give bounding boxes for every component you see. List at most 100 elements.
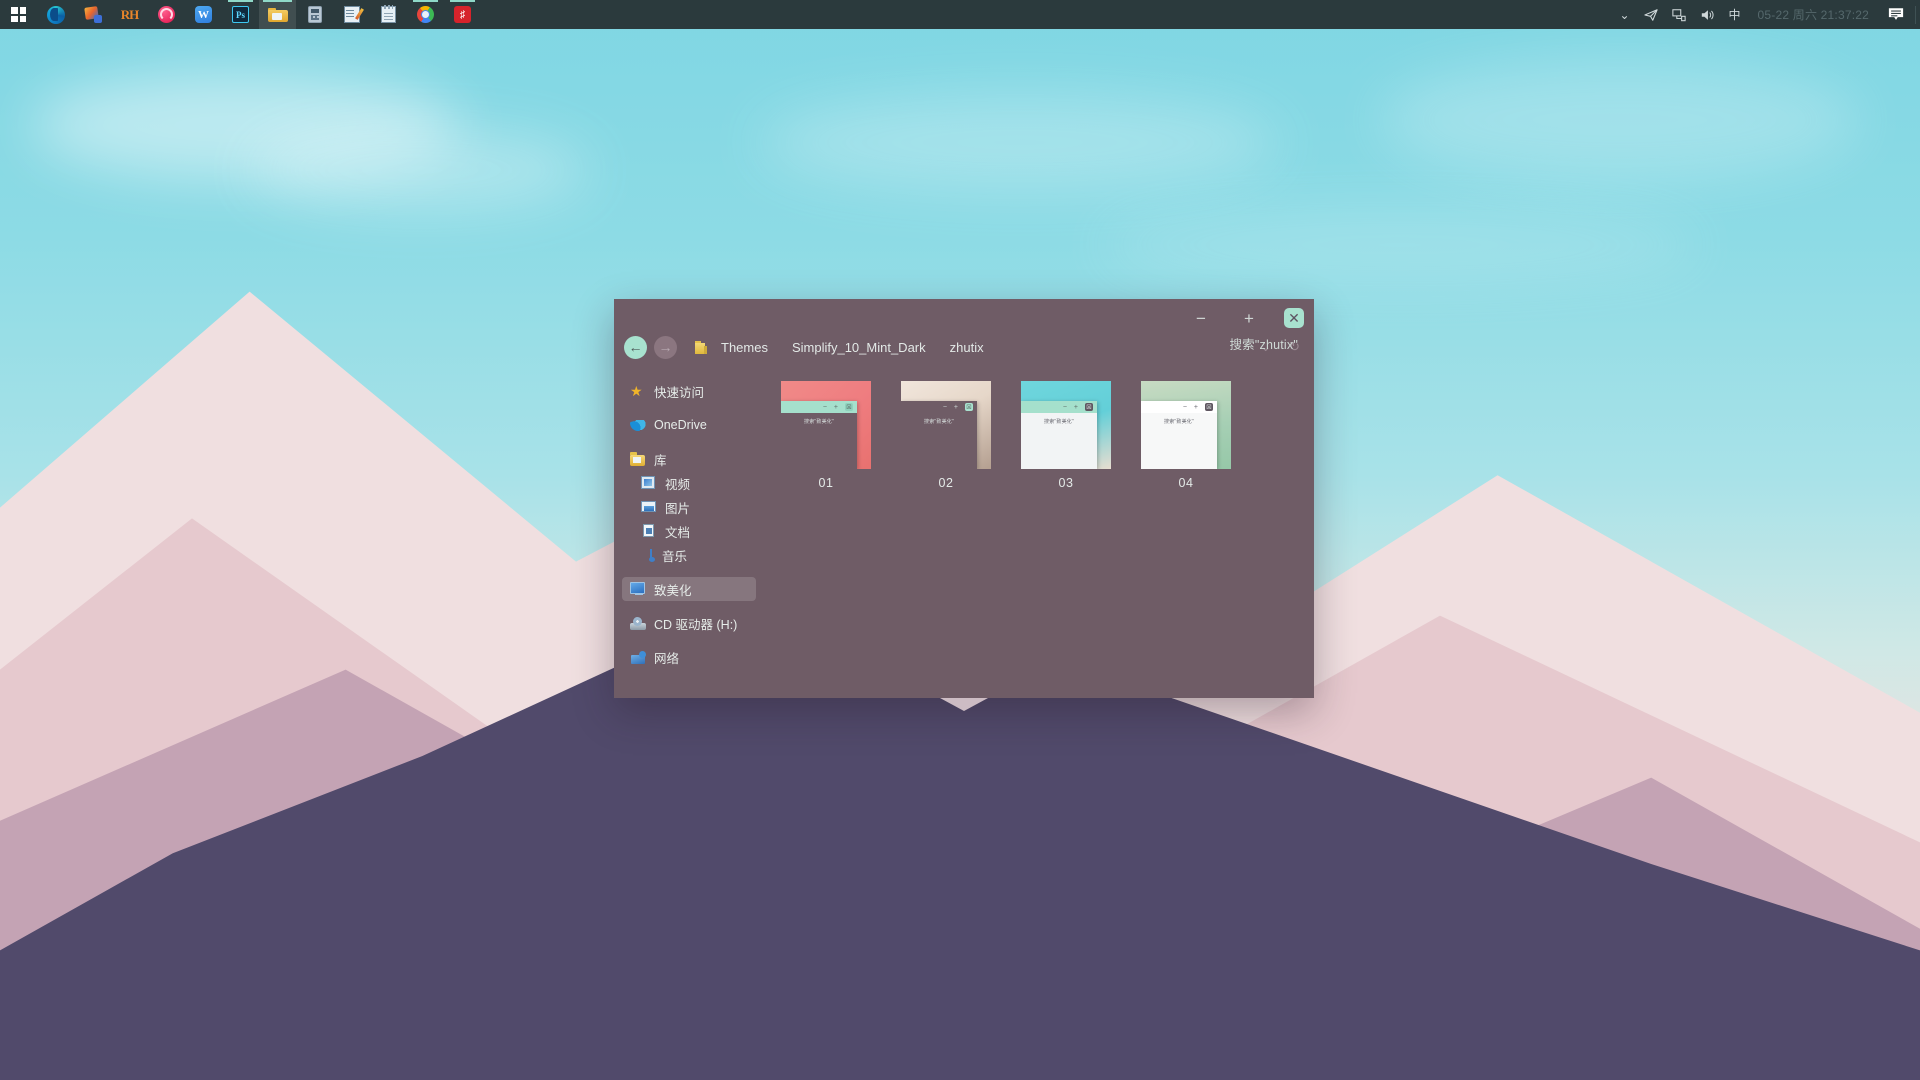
sidebar-item-label: OneDrive (654, 418, 707, 432)
thumbnail-mini-window: − + ☒ 搜索"致美化" (1021, 401, 1097, 469)
sidebar-item-zhimeihua[interactable]: 致美化 (622, 577, 756, 601)
close-button[interactable]: ✕ (1284, 308, 1304, 328)
network-icon (1671, 8, 1686, 21)
address-folder-icon (695, 340, 708, 354)
tray-expand-button[interactable]: ⌄ (1612, 0, 1636, 29)
mini-close-icon: ☒ (965, 403, 973, 411)
list-item[interactable]: − + ☒ 搜索"致美化" 01 (771, 381, 881, 490)
cloud-decoration (1100, 210, 1700, 280)
tray-notifications-button[interactable] (1879, 0, 1913, 29)
list-item-label: 04 (1178, 476, 1194, 490)
mini-search-text: 搜索"致美化" (1044, 419, 1074, 425)
thumbnail-preview: − + ☒ 搜索"致美化" (1141, 381, 1231, 469)
sidebar-item-library[interactable]: 库 (622, 447, 756, 471)
navigation-bar: ← → Themes Simplify_10_Mint_Dark zhutix … (614, 325, 1314, 369)
star-icon: ★ (630, 383, 643, 399)
taskbar-item-calculator[interactable] (296, 0, 333, 29)
tray-telegram-icon[interactable] (1637, 0, 1665, 29)
list-item-label: 03 (1058, 476, 1074, 490)
list-item[interactable]: − + ☒ 搜索"致美化" 02 (891, 381, 1001, 490)
cloud-decoration (250, 130, 590, 210)
mini-search-text: 搜索"致美化" (804, 419, 834, 425)
mini-maximize-icon: + (1193, 403, 1198, 411)
sidebar-item-label: 致美化 (654, 583, 692, 598)
taskbar-item-edge[interactable] (37, 0, 74, 29)
sidebar-item-label: 音乐 (662, 549, 688, 564)
mini-close-icon: ☒ (845, 403, 853, 411)
taskbar-item-notepad[interactable] (370, 0, 407, 29)
sidebar-item-cd-drive[interactable]: CD 驱动器 (H:) (622, 611, 756, 635)
paper-plane-icon (1643, 8, 1658, 21)
sidebar-item-quick-access[interactable]: ★ 快速访问 (622, 379, 756, 403)
netease-icon: ♯ (454, 6, 471, 23)
taskbar-item-photoshop[interactable]: Ps (222, 0, 259, 29)
sidebar-item-music[interactable]: 音乐 (622, 543, 756, 567)
chevron-down-icon: ⌄ (1619, 7, 1630, 22)
document-icon (641, 524, 657, 538)
taskbar-item-chrome[interactable] (407, 0, 444, 29)
onedrive-icon (630, 418, 646, 432)
sidebar-item-label: 库 (654, 453, 667, 468)
tray-volume-icon[interactable] (1693, 0, 1722, 29)
taskbar-item-wps[interactable]: W (185, 0, 222, 29)
desktop: RH W Ps ♯ ⌄ 中 05-22 周六 21:37:22 − + ✕ ← … (0, 0, 1920, 1080)
mini-title-bar: − + ☒ (1021, 401, 1097, 413)
sidebar-item-documents[interactable]: 文档 (622, 519, 756, 543)
breadcrumb-item-2[interactable]: zhutix (950, 340, 984, 355)
mini-close-icon: ☒ (1205, 403, 1213, 411)
sidebar-item-label: CD 驱动器 (H:) (654, 617, 738, 632)
tray-ime-indicator[interactable]: 中 (1722, 0, 1748, 29)
breadcrumb-item-0[interactable]: Themes (721, 340, 768, 355)
windows-logo-icon (11, 7, 26, 22)
forward-button[interactable]: → (654, 335, 677, 359)
cd-drive-icon (630, 616, 646, 630)
file-list: − + ☒ 搜索"致美化" 01 − + ☒ 搜索"致美化" 02 − + ☒ … (762, 369, 1314, 698)
sidebar-item-label: 网络 (654, 651, 680, 666)
sidebar-item-pictures[interactable]: 图片 (622, 495, 756, 519)
list-item[interactable]: − + ☒ 搜索"致美化" 04 (1131, 381, 1241, 490)
tray-show-desktop[interactable] (1915, 5, 1916, 24)
list-item[interactable]: − + ☒ 搜索"致美化" 03 (1011, 381, 1121, 490)
folder-icon (267, 7, 288, 23)
thumbnail-preview: − + ☒ 搜索"致美化" (1021, 381, 1111, 469)
taskbar-item-wordpad[interactable] (333, 0, 370, 29)
sidebar-item-network[interactable]: 网络 (622, 645, 756, 669)
minimize-button[interactable]: − (1188, 307, 1214, 329)
back-button[interactable]: ← (624, 335, 647, 359)
sidebar-item-onedrive[interactable]: OneDrive (622, 413, 756, 437)
system-tray: ⌄ 中 05-22 周六 21:37:22 (1612, 0, 1920, 29)
tray-clock[interactable]: 05-22 周六 21:37:22 (1748, 6, 1879, 23)
mini-minimize-icon: − (1062, 403, 1067, 411)
window-controls: − + ✕ (1188, 307, 1304, 329)
paint-icon (83, 6, 102, 23)
search-input[interactable]: 搜索"zhutix" (1229, 334, 1298, 353)
mini-title-bar: − + ☒ (1141, 401, 1217, 413)
tray-network-icon[interactable] (1665, 0, 1693, 29)
notepad-pen-icon (343, 6, 364, 23)
maximize-button[interactable]: + (1236, 307, 1262, 329)
taskbar-item-paint[interactable] (74, 0, 111, 29)
mini-maximize-icon: + (953, 403, 958, 411)
mini-search-text: 搜索"致美化" (924, 419, 954, 425)
pink-circle-icon (158, 6, 175, 23)
mini-maximize-icon: + (833, 403, 838, 411)
mini-title-bar: − + ☒ (901, 401, 977, 413)
breadcrumb: Themes Simplify_10_Mint_Dark zhutix (721, 340, 984, 355)
taskbar-item-file-explorer[interactable] (259, 0, 296, 29)
mini-search-text: 搜索"致美化" (1164, 419, 1194, 425)
cloud-decoration (1380, 60, 1860, 180)
taskbar-item-netease-music[interactable]: ♯ (444, 0, 481, 29)
sidebar-item-videos[interactable]: 视频 (622, 471, 756, 495)
taskbar-item-resource-hacker[interactable]: RH (111, 0, 148, 29)
mini-minimize-icon: − (942, 403, 947, 411)
chrome-icon (417, 6, 434, 23)
taskbar-item-pink-app[interactable] (148, 0, 185, 29)
breadcrumb-item-1[interactable]: Simplify_10_Mint_Dark (792, 340, 926, 355)
start-button[interactable] (0, 0, 37, 29)
picture-icon (641, 500, 657, 514)
library-folder-icon (630, 452, 646, 466)
navigation-pane: ★ 快速访问 OneDrive 库 视频 图片 文档 音乐 致美化 CD 驱动器… (614, 369, 762, 698)
